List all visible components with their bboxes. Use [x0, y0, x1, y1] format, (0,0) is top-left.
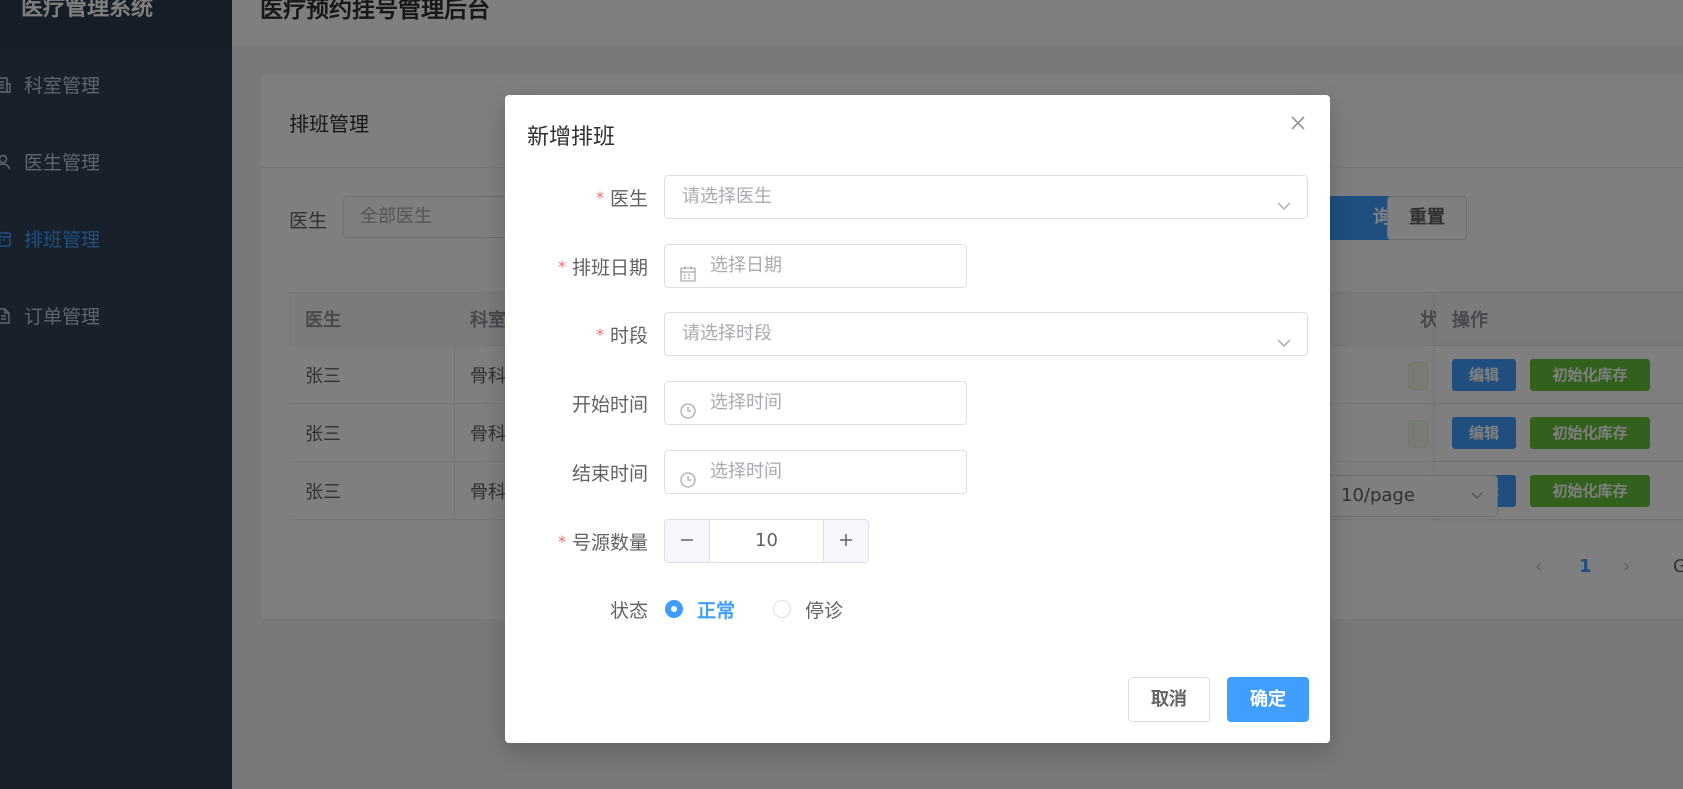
form-row-doctor: * 医生 请选择医生: [505, 175, 1330, 219]
period-label: * 时段: [596, 312, 648, 356]
quota-label: * 号源数量: [558, 519, 648, 563]
date-label: * 排班日期: [558, 244, 648, 288]
status-radio-normal[interactable]: 正常: [665, 587, 735, 631]
form-row-date: * 排班日期 选择日期: [505, 244, 1330, 288]
quota-stepper: 10: [664, 519, 869, 563]
required-mark: *: [595, 324, 604, 344]
quota-label-text: 号源数量: [571, 531, 648, 554]
form-row-start-time: 开始时间 选择时间: [505, 381, 1330, 425]
status-label: 状态: [609, 599, 648, 622]
clock-icon: [679, 394, 697, 419]
doctor-label-text: 医生: [609, 187, 648, 210]
period-label-text: 时段: [609, 324, 648, 347]
dialog-title: 新增排班: [527, 125, 616, 150]
required-mark: *: [557, 256, 566, 276]
end-time-picker[interactable]: 选择时间: [664, 450, 967, 494]
start-time-picker[interactable]: 选择时间: [664, 381, 967, 425]
radio-label: 停诊: [805, 599, 844, 622]
end-time-placeholder: 选择时间: [710, 461, 782, 482]
calendar-icon: [679, 257, 697, 282]
plus-icon: [838, 529, 854, 554]
radio-label: 正常: [697, 599, 736, 622]
add-schedule-dialog: 新增排班 * 医生 请选择医生 * 排班日期 选择日期 * 时段 请选择时段 开…: [505, 95, 1330, 743]
decrement-button[interactable]: [665, 520, 710, 562]
period-select[interactable]: 请选择时段: [664, 312, 1308, 356]
increment-button[interactable]: [823, 520, 868, 562]
doctor-select-placeholder: 请选择医生: [682, 186, 772, 207]
start-time-placeholder: 选择时间: [710, 392, 782, 413]
close-icon: [1289, 114, 1307, 137]
required-mark: *: [595, 187, 604, 207]
end-time-label: 结束时间: [571, 462, 648, 485]
form-row-period: * 时段 请选择时段: [505, 312, 1330, 356]
doctor-label: * 医生: [596, 175, 648, 219]
form-row-quota: * 号源数量 10: [505, 519, 1330, 563]
form-row-end-time: 结束时间 选择时间: [505, 450, 1330, 494]
start-time-label: 开始时间: [571, 393, 648, 416]
date-picker[interactable]: 选择日期: [664, 244, 967, 288]
doctor-select[interactable]: 请选择医生: [664, 175, 1308, 219]
close-button[interactable]: [1286, 113, 1310, 137]
clock-icon: [679, 463, 697, 488]
date-picker-placeholder: 选择日期: [710, 255, 782, 276]
quota-input[interactable]: 10: [710, 520, 823, 562]
cancel-button[interactable]: 取消: [1128, 677, 1210, 722]
status-radio-suspended[interactable]: 停诊: [773, 587, 843, 631]
chevron-down-icon: [1275, 188, 1293, 211]
confirm-button[interactable]: 确定: [1227, 677, 1309, 722]
date-label-text: 排班日期: [571, 256, 648, 279]
radio-unchecked-icon: [773, 600, 791, 618]
required-mark: *: [557, 531, 566, 551]
minus-icon: [679, 529, 695, 554]
period-select-placeholder: 请选择时段: [682, 323, 772, 344]
form-row-status: 状态 正常 停诊: [505, 587, 1330, 631]
chevron-down-icon: [1275, 325, 1293, 348]
radio-checked-icon: [665, 600, 683, 618]
